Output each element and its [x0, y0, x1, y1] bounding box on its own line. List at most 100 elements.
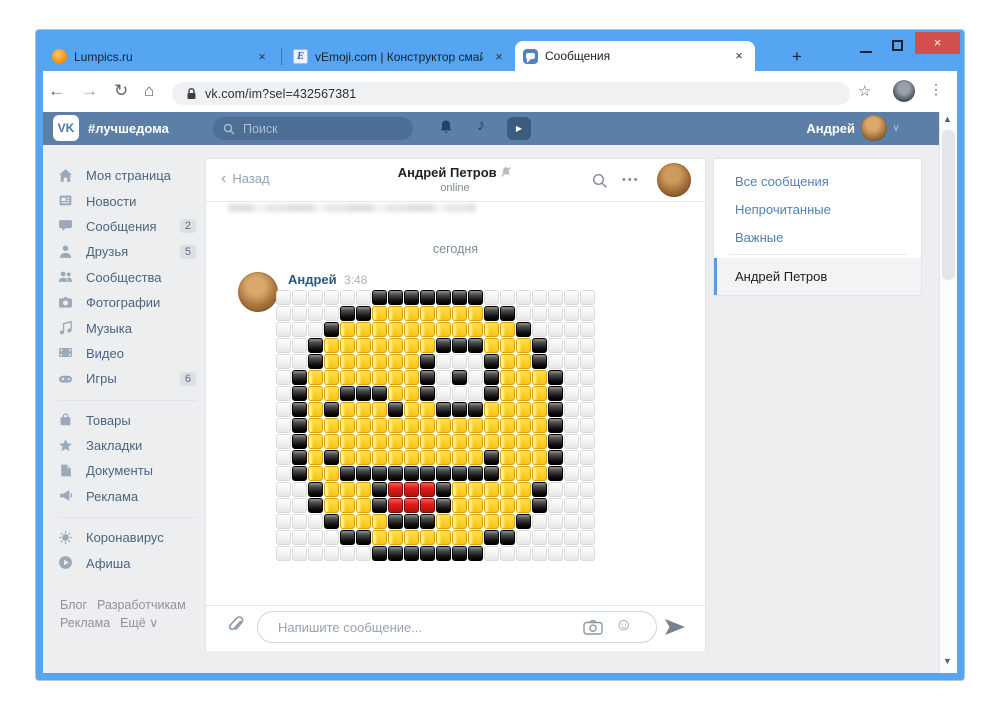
attach-paperclip-icon[interactable]: [225, 615, 247, 637]
scrollbar-down-icon[interactable]: ▼: [943, 656, 952, 666]
sidebar-item-market[interactable]: Товары: [58, 408, 196, 433]
forward-arrow-icon[interactable]: →: [81, 81, 98, 101]
browser-profile-avatar[interactable]: [893, 80, 915, 102]
new-tab-button[interactable]: +: [786, 46, 808, 68]
emoji-cell-black-square: [468, 402, 483, 417]
vk-logo[interactable]: VK: [53, 115, 79, 141]
message-author-name[interactable]: Андрей: [288, 272, 337, 287]
emoji-cell-white-square: [276, 322, 291, 337]
tab-vemoji[interactable]: EvEmoji.com | Конструктор смайл ×: [285, 42, 515, 71]
tab-lumpics[interactable]: Lumpics.ru ×: [44, 42, 278, 71]
chat-search-icon[interactable]: [592, 173, 608, 189]
emoji-cell-yellow-square: [356, 418, 371, 433]
emoji-cell-yellow-square: [436, 322, 451, 337]
messages-icon: [58, 218, 74, 234]
emoji-cell-yellow-square: [516, 370, 531, 385]
emoji-cell-white-square: [580, 290, 595, 305]
camera-icon[interactable]: [583, 620, 603, 635]
emoji-cell-black-square: [452, 338, 467, 353]
emoji-cell-white-square: [548, 354, 563, 369]
chat-header-avatar[interactable]: [657, 163, 691, 197]
emoji-cell-black-square: [436, 546, 451, 561]
home-icon[interactable]: ⌂: [144, 81, 154, 101]
peer-name: Андрей Петров: [397, 165, 497, 180]
sidebar-item-messages[interactable]: Сообщения 2: [58, 214, 196, 239]
emoji-cell-white-square: [516, 306, 531, 321]
emoji-cell-yellow-square: [340, 450, 355, 465]
url-text[interactable]: vk.com/im?sel=432567381: [205, 87, 356, 101]
video-icon: [58, 345, 74, 361]
dialogs-filter-2[interactable]: Непрочитанные: [735, 196, 905, 224]
scrollbar-up-icon[interactable]: ▲: [943, 114, 952, 124]
back-link[interactable]: ‹ Назад: [221, 170, 270, 188]
tab-close-icon[interactable]: ×: [254, 49, 270, 65]
dialogs-filter-1[interactable]: Все сообщения: [735, 168, 905, 196]
address-bar[interactable]: vk.com/im?sel=432567381: [172, 82, 850, 105]
peer-info[interactable]: Андрей Петров online: [330, 165, 580, 194]
sidebar-item-communities[interactable]: Сообщества: [58, 265, 196, 290]
window-maximize-button[interactable]: [892, 40, 903, 51]
music-icon[interactable]: ♪: [477, 117, 485, 135]
emoji-cell-white-square: [580, 434, 595, 449]
sidebar-item-music[interactable]: Музыка: [58, 315, 196, 340]
emoji-cell-white-square: [292, 338, 307, 353]
scrollbar-thumb[interactable]: [942, 130, 955, 280]
emoji-cell-white-square: [436, 386, 451, 401]
emoji-cell-black-square: [548, 466, 563, 481]
footer-link[interactable]: Разработчикам: [97, 598, 186, 612]
header-user-avatar[interactable]: [861, 115, 887, 141]
sidebar-item-documents[interactable]: Документы: [58, 458, 196, 483]
bookmark-star-icon[interactable]: ☆: [858, 82, 871, 100]
sidebar-item-my-page[interactable]: Моя страница: [58, 163, 196, 188]
footer-link[interactable]: Блог: [60, 598, 87, 612]
emoji-cell-yellow-square: [388, 530, 403, 545]
dialogs-filter-3[interactable]: Важные: [735, 224, 905, 252]
emoji-smiley-icon[interactable]: ☺: [615, 615, 632, 635]
tab-close-icon[interactable]: ×: [731, 48, 747, 64]
send-button[interactable]: [664, 618, 686, 636]
sidebar-item-events[interactable]: Афиша: [58, 550, 196, 575]
chat-more-icon[interactable]: •••: [622, 174, 640, 186]
emoji-cell-yellow-square: [340, 498, 355, 513]
selected-dialog-row[interactable]: Андрей Петров: [714, 258, 921, 295]
emoji-cell-yellow-square: [404, 402, 419, 417]
sidebar-item-coronavirus[interactable]: Коронавирус: [58, 525, 196, 550]
emoji-cell-black-square: [404, 290, 419, 305]
sidebar-item-bookmarks[interactable]: Закладки: [58, 433, 196, 458]
sidebar-item-news[interactable]: Новости: [58, 188, 196, 213]
message-input-field[interactable]: [276, 618, 580, 636]
tab-strip: Lumpics.ru × EvEmoji.com | Конструктор сма…: [44, 40, 824, 71]
browser-menu-icon[interactable]: ⋮: [929, 81, 943, 98]
notifications-bell-icon[interactable]: [438, 119, 454, 136]
message-author-avatar[interactable]: [238, 272, 278, 312]
emoji-cell-black-square: [420, 514, 435, 529]
window-minimize-button[interactable]: [860, 51, 872, 53]
vk-search-input[interactable]: [241, 120, 395, 137]
sidebar-item-games[interactable]: Игры 6: [58, 366, 196, 391]
emoji-cell-yellow-square: [340, 354, 355, 369]
emoji-cell-yellow-square: [420, 530, 435, 545]
sidebar-item-ads[interactable]: Реклама: [58, 484, 196, 509]
user-menu-chevron-icon[interactable]: ∨: [892, 121, 900, 134]
emoji-cell-yellow-square: [436, 450, 451, 465]
header-user-name[interactable]: Андрей: [760, 121, 855, 136]
emoji-cell-black-square: [436, 338, 451, 353]
video-clips-icon[interactable]: ▶: [507, 117, 531, 140]
sidebar-item-photos[interactable]: Фотографии: [58, 290, 196, 315]
back-arrow-icon[interactable]: ←: [48, 81, 65, 101]
window-close-button[interactable]: ×: [915, 32, 960, 54]
emoji-cell-yellow-square: [340, 482, 355, 497]
vk-search-field[interactable]: [213, 117, 413, 140]
emoji-cell-yellow-square: [404, 418, 419, 433]
footer-link[interactable]: Ещё ∨: [120, 616, 158, 630]
tab-close-icon[interactable]: ×: [491, 49, 507, 65]
emoji-cell-white-square: [276, 434, 291, 449]
emoji-cell-yellow-square: [436, 514, 451, 529]
sidebar-item-friends[interactable]: Друзья 5: [58, 239, 196, 264]
emoji-cell-white-square: [308, 530, 323, 545]
sidebar-item-video[interactable]: Видео: [58, 341, 196, 366]
tab-messages[interactable]: Сообщения ×: [515, 41, 755, 71]
emoji-cell-yellow-square: [500, 434, 515, 449]
footer-link[interactable]: Реклама: [60, 616, 110, 630]
reload-icon[interactable]: ↻: [114, 81, 128, 101]
